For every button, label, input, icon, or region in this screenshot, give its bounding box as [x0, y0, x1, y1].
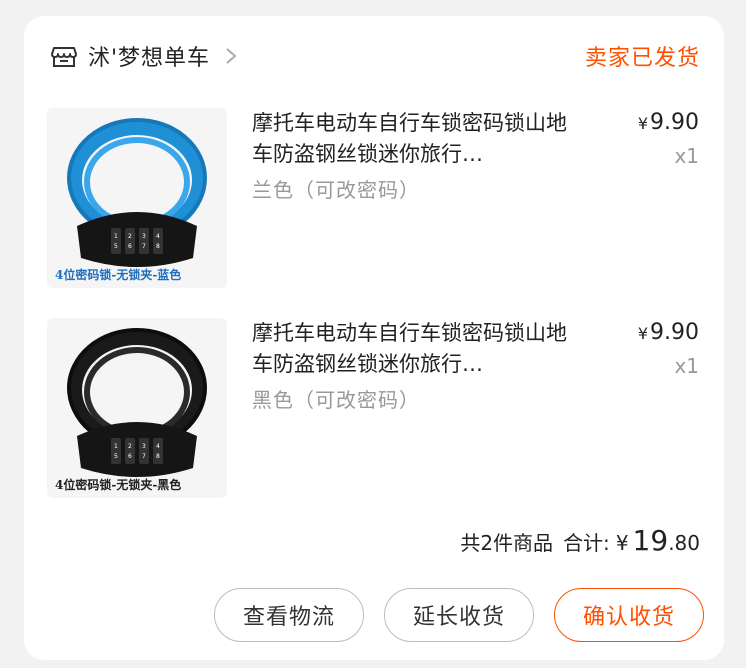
- product-image[interactable]: 1 2 3 4 5 6 7 8: [47, 108, 227, 288]
- svg-text:6: 6: [128, 453, 132, 460]
- svg-text:5: 5: [114, 453, 118, 460]
- svg-text:8: 8: [156, 243, 160, 250]
- order-total: 共2件商品 合计: ¥ 19 .80: [460, 524, 700, 557]
- svg-text:2: 2: [128, 233, 132, 240]
- product-sku: 黑色（可改密码）: [252, 388, 420, 412]
- confirm-receipt-button[interactable]: 确认收货: [554, 588, 704, 642]
- product-price: ¥9.90: [638, 320, 699, 345]
- svg-text:3: 3: [142, 233, 146, 240]
- price-value: 9.90: [650, 110, 699, 135]
- product-quantity: x1: [674, 354, 699, 378]
- svg-text:3: 3: [142, 443, 146, 450]
- order-card: 沭'梦想单车 卖家已发货 1 2 3 4 5 6 7 8 4位密码锁-无锁夹-蓝色…: [24, 16, 724, 660]
- svg-text:1: 1: [114, 233, 118, 240]
- image-caption: 4位密码锁-无锁夹-黑色: [55, 478, 182, 492]
- svg-text:4: 4: [156, 233, 160, 240]
- total-label: 合计:: [563, 531, 610, 555]
- total-decimal: .80: [668, 531, 700, 555]
- product-title[interactable]: 摩托车电动车自行车锁密码锁山地车防盗钢丝锁迷你旅行…: [252, 108, 582, 170]
- shop-header[interactable]: 沭'梦想单车 卖家已发货: [50, 38, 700, 74]
- product-sku: 兰色（可改密码）: [252, 178, 420, 202]
- product-quantity: x1: [674, 144, 699, 168]
- order-status: 卖家已发货: [584, 46, 700, 71]
- svg-text:6: 6: [128, 243, 132, 250]
- product-title[interactable]: 摩托车电动车自行车锁密码锁山地车防盗钢丝锁迷你旅行…: [252, 318, 582, 380]
- svg-text:5: 5: [114, 243, 118, 250]
- product-image[interactable]: 1 2 3 4 5 6 7 8: [47, 318, 227, 498]
- price-value: 9.90: [650, 320, 699, 345]
- currency-symbol: ¥: [637, 114, 649, 133]
- svg-text:1: 1: [114, 443, 118, 450]
- svg-text:7: 7: [142, 243, 146, 250]
- currency-symbol: ¥: [637, 324, 649, 343]
- shop-name[interactable]: 沭'梦想单车: [88, 40, 210, 72]
- chevron-right-icon: [224, 46, 238, 66]
- svg-text:8: 8: [156, 453, 160, 460]
- order-item[interactable]: 1 2 3 4 5 6 7 8 4位密码锁-无锁夹-黑色 摩托车电动车自行车锁密码锁山地车防…: [47, 318, 707, 498]
- svg-text:4: 4: [156, 443, 160, 450]
- store-icon: [50, 42, 78, 70]
- order-item[interactable]: 1 2 3 4 5 6 7 8 4位密码锁-无锁夹-蓝色 摩托车电动车自行车锁密码锁山地车防…: [47, 108, 707, 288]
- svg-text:2: 2: [128, 443, 132, 450]
- svg-text:7: 7: [142, 453, 146, 460]
- currency-symbol: ¥: [615, 531, 629, 555]
- order-actions: 查看物流 延长收货 确认收货: [214, 588, 704, 642]
- view-logistics-button[interactable]: 查看物流: [214, 588, 364, 642]
- product-price: ¥9.90: [638, 110, 699, 135]
- total-integer: 19: [632, 524, 669, 557]
- extend-receipt-button[interactable]: 延长收货: [384, 588, 534, 642]
- image-caption: 4位密码锁-无锁夹-蓝色: [55, 268, 182, 282]
- item-count: 共2件商品: [460, 531, 554, 555]
